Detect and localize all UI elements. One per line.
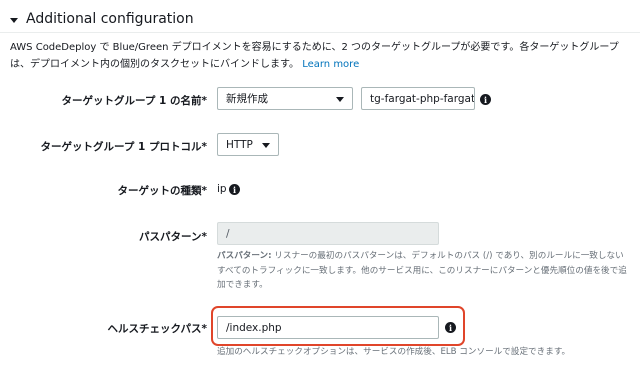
- section-description: AWS CodeDeploy で Blue/Green デプロイメントを容易にす…: [10, 39, 635, 73]
- path-pattern-input-value: /: [226, 227, 230, 240]
- chevron-down-icon: [336, 97, 344, 102]
- target-group-name-input-value: tg-fargat-php-fargate-: [370, 92, 475, 105]
- target-group-name-label: ターゲットグループ 1 の名前*: [61, 95, 207, 107]
- chevron-down-icon: [262, 143, 270, 148]
- info-icon[interactable]: i: [480, 94, 491, 105]
- path-pattern-hint-bold: パスパターン:: [217, 251, 272, 261]
- health-check-path-input-value: /index.php: [226, 321, 282, 334]
- target-group-protocol-select[interactable]: HTTP: [217, 133, 279, 156]
- target-group-name-select[interactable]: 新規作成: [217, 87, 353, 110]
- target-group-name-input[interactable]: tg-fargat-php-fargate-: [361, 87, 475, 110]
- health-check-path-input[interactable]: /index.php: [217, 316, 439, 339]
- target-type-label: ターゲットの種類*: [117, 185, 208, 197]
- path-pattern-input: /: [217, 222, 439, 245]
- learn-more-link[interactable]: Learn more: [302, 59, 359, 70]
- health-check-path-label: ヘルスチェックパス*: [107, 323, 207, 335]
- section-header[interactable]: Additional configuration: [10, 6, 630, 32]
- path-pattern-hint: パスパターン: リスナーの最初のパスパターンは、デフォルトのパス (/) であり…: [217, 249, 627, 293]
- target-group-protocol-select-value: HTTP: [226, 138, 253, 151]
- health-check-path-hint: 追加のヘルスチェックオプションは、サービスの作成後、ELB コンソールで設定でき…: [217, 347, 571, 357]
- target-type-value: ip: [217, 183, 227, 195]
- caret-down-icon[interactable]: [10, 17, 18, 23]
- path-pattern-label: パスパターン*: [139, 231, 207, 243]
- path-pattern-hint-text: リスナーの最初のパスパターンは、デフォルトのパス (/) であり、別のルールに一…: [217, 251, 627, 290]
- info-icon[interactable]: i: [229, 184, 240, 195]
- divider: [0, 32, 640, 33]
- section-title: Additional configuration: [26, 11, 194, 27]
- target-group-name-select-value: 新規作成: [226, 93, 268, 105]
- info-icon[interactable]: i: [445, 322, 456, 333]
- target-group-protocol-label: ターゲットグループ 1 プロトコル*: [40, 141, 207, 153]
